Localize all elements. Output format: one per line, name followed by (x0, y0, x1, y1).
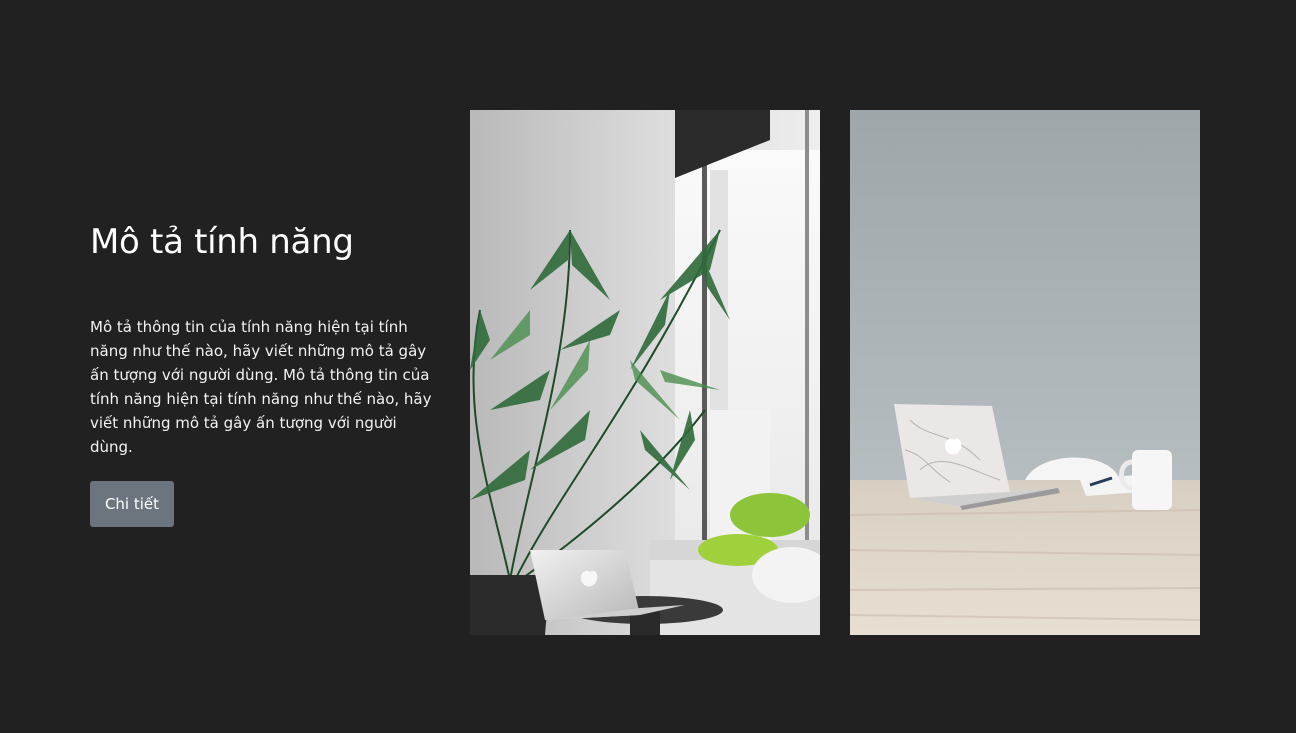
feature-text-column: Mô tả tính năng Mô tả thông tin của tính… (90, 218, 440, 459)
feature-section: Mô tả tính năng Mô tả thông tin của tính… (0, 0, 1296, 733)
marble-laptop-desk-photo (850, 110, 1200, 635)
plant-window-laptop-photo (470, 110, 820, 635)
feature-description: Mô tả thông tin của tính năng hiện tại t… (90, 318, 432, 456)
details-button[interactable]: Chi tiết (90, 481, 174, 527)
feature-title: Mô tả tính năng (90, 222, 354, 262)
